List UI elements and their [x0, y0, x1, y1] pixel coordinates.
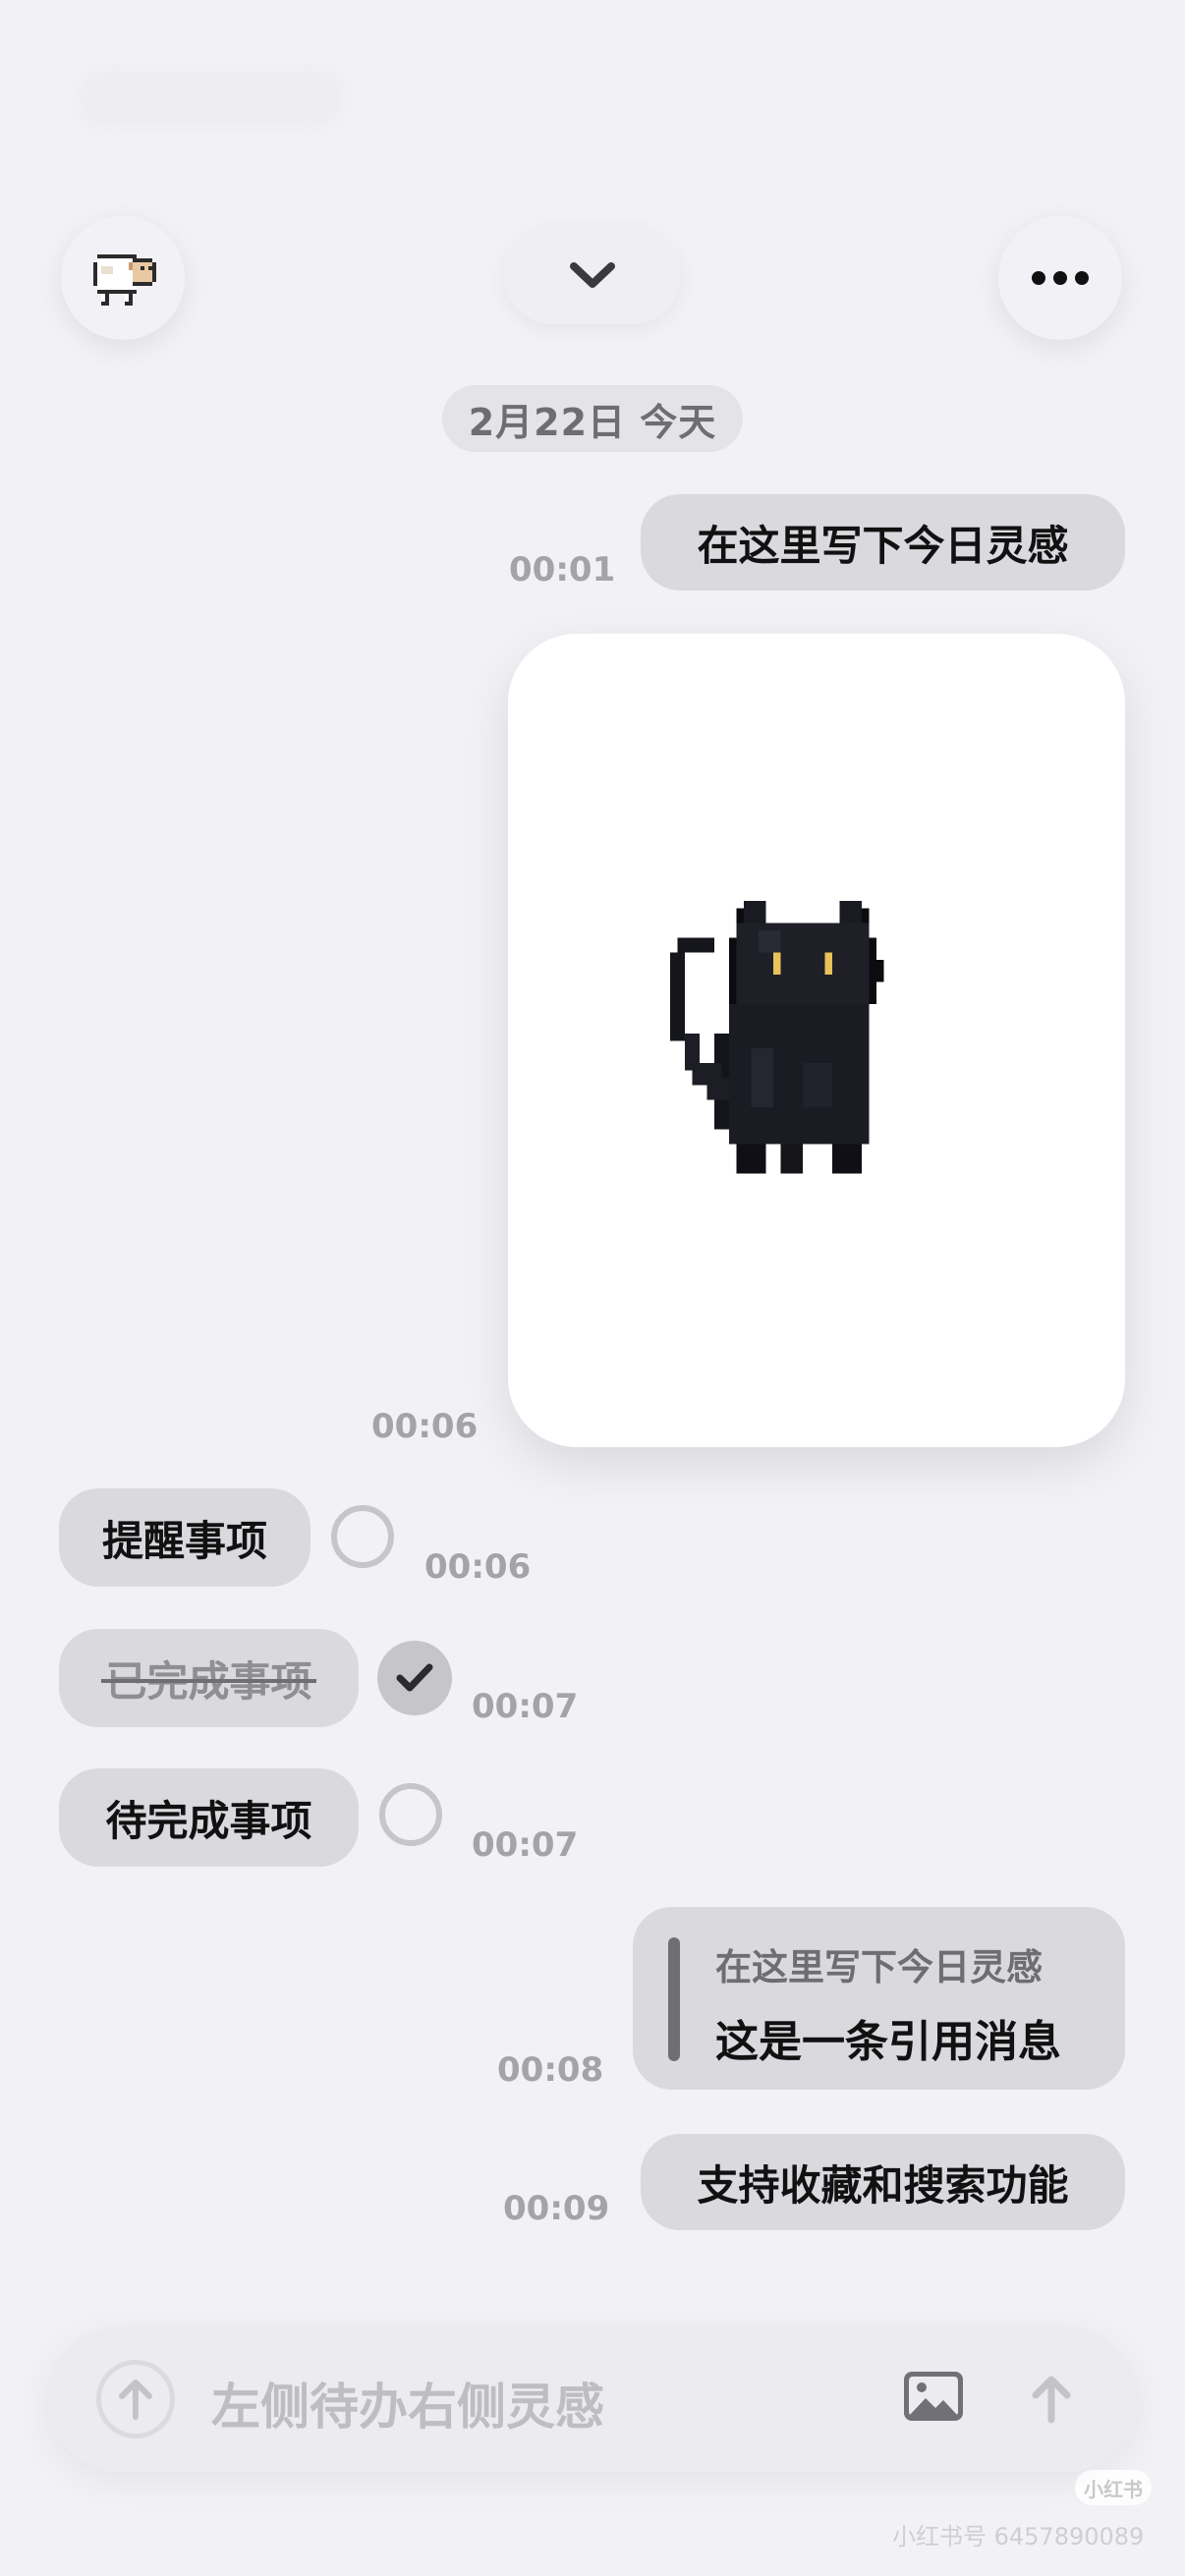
quote-bar	[668, 1937, 680, 2061]
todo-bubble-done[interactable]: 已完成事项	[59, 1629, 359, 1727]
more-button[interactable]	[998, 216, 1122, 340]
message-time: 00:06	[371, 1407, 479, 1446]
todo-unchecked-circle[interactable]	[331, 1505, 394, 1568]
todo-unchecked-circle[interactable]	[379, 1783, 442, 1846]
todo-checked-circle[interactable]	[377, 1641, 452, 1715]
message-time: 00:07	[472, 1687, 579, 1726]
arrow-up-icon	[1032, 2376, 1071, 2424]
chevron-down-icon	[570, 262, 615, 288]
message-time: 00:06	[424, 1547, 532, 1587]
avatar-button[interactable]	[61, 216, 185, 340]
pixel-black-cat-icon	[670, 901, 884, 1174]
message-bubble[interactable]: 支持收藏和搜索功能	[641, 2134, 1125, 2230]
message-bubble[interactable]: 在这里写下今日灵感	[641, 494, 1125, 590]
checkmark-icon	[396, 1663, 433, 1692]
status-bar-blur	[79, 69, 344, 128]
message-time: 00:07	[472, 1825, 579, 1865]
send-button[interactable]	[1012, 2360, 1091, 2438]
todo-send-button[interactable]	[96, 2360, 175, 2438]
todo-bubble[interactable]: 提醒事项	[59, 1488, 310, 1587]
message-time: 00:08	[497, 2050, 604, 2090]
ellipsis-icon	[1032, 271, 1089, 285]
arrow-up-icon	[119, 2380, 152, 2420]
quote-reply-text: 这是一条引用消息	[715, 2017, 1061, 2067]
message-input[interactable]: 左侧待办右侧灵感	[211, 2368, 899, 2438]
collapse-button[interactable]	[504, 226, 681, 324]
watermark-logo: 小红书	[1075, 2470, 1152, 2505]
message-time: 00:09	[503, 2189, 610, 2228]
image-message[interactable]	[508, 634, 1125, 1447]
todo-bubble[interactable]: 待完成事项	[59, 1768, 359, 1867]
image-icon	[904, 2372, 963, 2421]
watermark-text: 小红书号 6457890089	[892, 2523, 1145, 2550]
quoted-text: 在这里写下今日灵感	[715, 1946, 1043, 1988]
pixel-sheep-icon	[93, 254, 156, 306]
message-time: 00:01	[509, 550, 616, 589]
image-button[interactable]	[902, 2370, 965, 2427]
todo-done-text: 已完成事项	[101, 1649, 316, 1708]
date-chip: 2月22日 今天	[442, 385, 743, 452]
